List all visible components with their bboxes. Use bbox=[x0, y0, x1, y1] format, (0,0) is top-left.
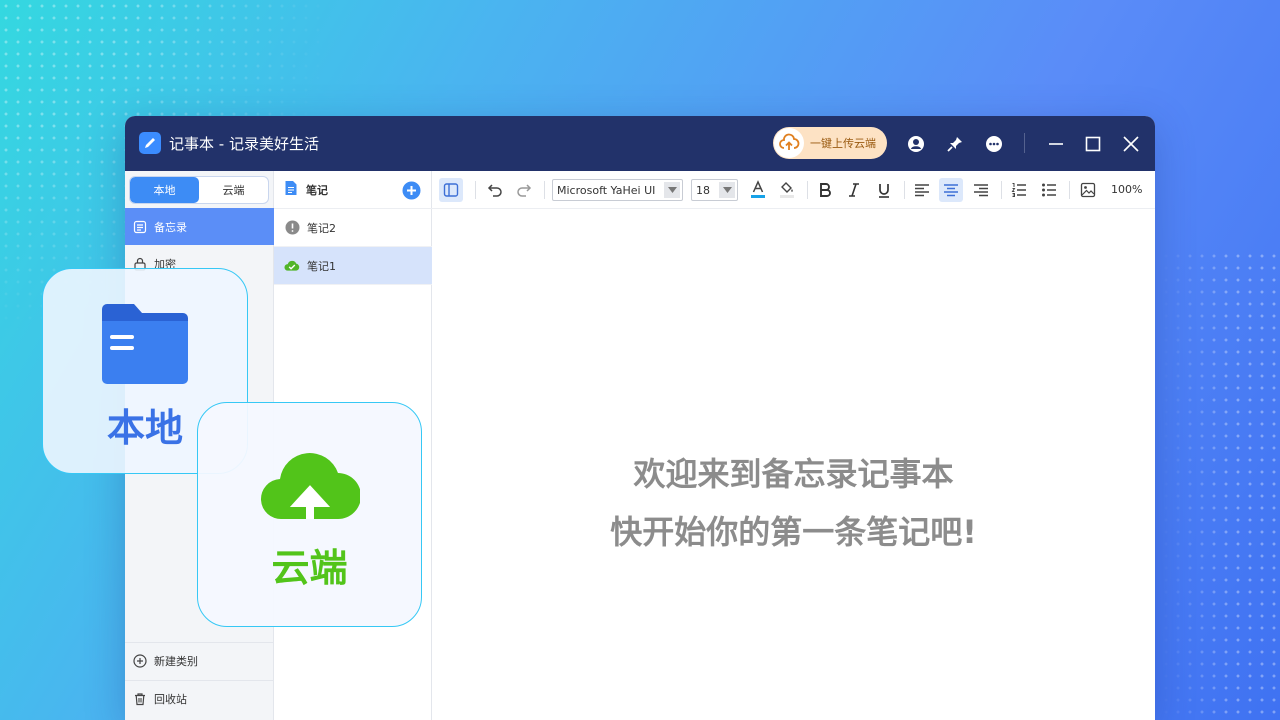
align-left-icon[interactable] bbox=[910, 178, 934, 202]
cloud-card-label: 云端 bbox=[271, 546, 348, 590]
memo-icon bbox=[132, 219, 148, 235]
more-icon[interactable] bbox=[983, 133, 1005, 155]
add-circle-icon bbox=[132, 653, 148, 669]
cloud-check-icon bbox=[284, 258, 300, 274]
sidebar-item-label: 备忘录 bbox=[154, 220, 187, 234]
toolbar-separator bbox=[904, 181, 905, 199]
font-family-select[interactable]: Microsoft YaHei UI bbox=[552, 179, 683, 201]
upload-label: 一键上传云端 bbox=[810, 137, 876, 150]
background-dots bbox=[1160, 250, 1280, 720]
toolbar-separator bbox=[544, 181, 545, 199]
underline-icon[interactable] bbox=[872, 178, 896, 202]
editor-area: Microsoft YaHei UI 18 100% 欢迎来到备忘录记事本 快开… bbox=[432, 171, 1155, 720]
minimize-icon[interactable] bbox=[1045, 133, 1067, 155]
font-family-value: Microsoft YaHei UI bbox=[557, 183, 656, 197]
align-center-icon[interactable] bbox=[939, 178, 963, 202]
user-icon[interactable] bbox=[905, 133, 927, 155]
font-size-select[interactable]: 18 bbox=[691, 179, 738, 201]
trash-icon bbox=[132, 691, 148, 707]
pin-icon[interactable] bbox=[944, 133, 966, 155]
document-icon bbox=[284, 180, 298, 200]
cloud-storage-card: 云端 bbox=[197, 402, 422, 627]
italic-icon[interactable] bbox=[842, 178, 866, 202]
new-category-button[interactable]: 新建类别 bbox=[125, 642, 274, 679]
recycle-bin-button[interactable]: 回收站 bbox=[125, 680, 274, 717]
ordered-list-icon[interactable] bbox=[1007, 178, 1031, 202]
window-title: 记事本 - 记录美好生活 bbox=[169, 135, 319, 153]
note-list-header: 笔记 bbox=[274, 171, 432, 209]
storage-switch: 本地 云端 bbox=[129, 176, 269, 204]
toolbar-separator bbox=[807, 181, 808, 199]
welcome-message: 欢迎来到备忘录记事本 快开始你的第一条笔记吧! bbox=[432, 445, 1155, 561]
cloud-upload-icon bbox=[774, 128, 804, 158]
chevron-down-icon bbox=[664, 182, 680, 198]
insert-image-icon[interactable] bbox=[1076, 178, 1100, 202]
title-separator bbox=[1024, 133, 1025, 153]
welcome-line-2: 快开始你的第一条笔记吧! bbox=[610, 513, 977, 551]
undo-icon[interactable] bbox=[483, 178, 507, 202]
local-card-label: 本地 bbox=[106, 406, 183, 450]
toggle-sidebar-icon[interactable] bbox=[439, 178, 463, 202]
note-list-title: 笔记 bbox=[306, 183, 328, 197]
chevron-down-icon bbox=[719, 182, 735, 198]
bullet-list-icon[interactable] bbox=[1037, 178, 1061, 202]
welcome-line-1: 欢迎来到备忘录记事本 bbox=[633, 455, 954, 493]
format-toolbar: Microsoft YaHei UI 18 100% bbox=[432, 171, 1155, 209]
tab-cloud[interactable]: 云端 bbox=[199, 177, 268, 203]
add-note-icon[interactable] bbox=[402, 181, 421, 204]
align-right-icon[interactable] bbox=[969, 178, 993, 202]
note-item-2[interactable]: 笔记2 bbox=[274, 209, 432, 247]
tab-local[interactable]: 本地 bbox=[130, 177, 199, 203]
font-color-icon[interactable] bbox=[746, 178, 770, 202]
folder-icon bbox=[102, 304, 188, 384]
zoom-level[interactable]: 100% bbox=[1111, 183, 1142, 196]
toolbar-separator bbox=[1069, 181, 1070, 199]
warning-icon bbox=[284, 220, 300, 236]
bold-icon[interactable] bbox=[813, 178, 837, 202]
redo-icon[interactable] bbox=[512, 178, 536, 202]
close-icon[interactable] bbox=[1120, 133, 1142, 155]
note-item-1[interactable]: 笔记1 bbox=[274, 247, 432, 285]
highlight-color-icon[interactable] bbox=[775, 178, 799, 202]
note-item-label: 笔记1 bbox=[307, 259, 336, 273]
new-category-label: 新建类别 bbox=[154, 655, 198, 668]
cloud-upload-icon bbox=[260, 453, 360, 520]
title-bar: 记事本 - 记录美好生活 一键上传云端 bbox=[125, 116, 1155, 171]
maximize-icon[interactable] bbox=[1082, 133, 1104, 155]
recycle-bin-label: 回收站 bbox=[154, 693, 187, 706]
toolbar-separator bbox=[475, 181, 476, 199]
note-item-label: 笔记2 bbox=[307, 221, 336, 235]
toolbar-separator bbox=[1001, 181, 1002, 199]
font-size-value: 18 bbox=[696, 183, 710, 197]
pen-note-icon bbox=[139, 132, 161, 154]
sidebar-item-memo[interactable]: 备忘录 bbox=[125, 208, 274, 245]
upload-to-cloud-button[interactable]: 一键上传云端 bbox=[773, 127, 887, 159]
